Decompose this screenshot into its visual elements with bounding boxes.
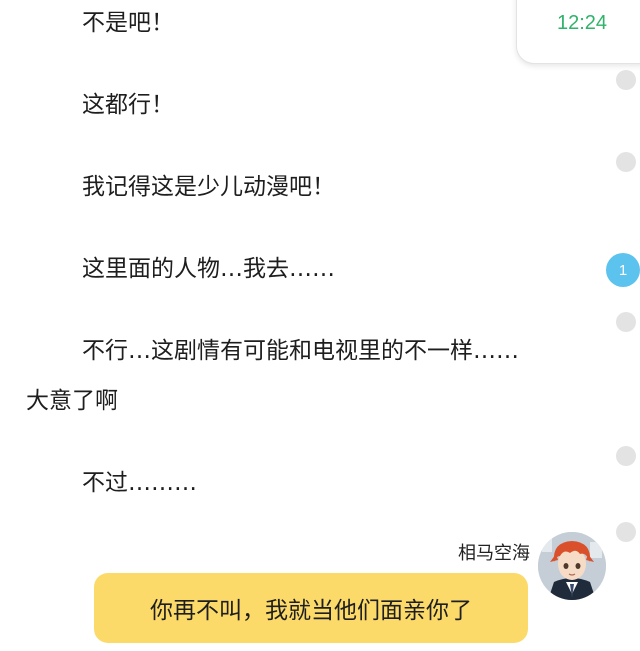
- story-line-1: 不是吧！: [82, 10, 174, 36]
- chat-message-bubble[interactable]: 你再不叫，我就当他们面亲你了: [94, 573, 528, 643]
- story-line-4: 这里面的人物…我去……: [82, 256, 335, 282]
- page-dot[interactable]: [616, 522, 636, 542]
- page-dot[interactable]: [616, 152, 636, 172]
- page-dot[interactable]: [616, 446, 636, 466]
- story-line-3: 我记得这是少儿动漫吧！: [82, 174, 335, 200]
- page-dot-active[interactable]: 1: [606, 253, 640, 287]
- page-dot-active-label: 1: [618, 261, 628, 279]
- story-line-7: 不过………: [82, 470, 197, 496]
- story-line-6: 大意了啊: [26, 388, 118, 414]
- avatar[interactable]: [538, 532, 606, 600]
- clock-time: 12:24: [557, 12, 608, 34]
- speaker-name: 相马空海: [458, 543, 530, 564]
- chat-message-text: 你再不叫，我就当他们面亲你了: [150, 598, 472, 624]
- time-card: 12:24: [516, 0, 640, 64]
- page-dot[interactable]: [616, 70, 636, 90]
- page-dot[interactable]: [616, 312, 636, 332]
- avatar-image: [538, 532, 606, 600]
- story-line-2: 这都行！: [82, 92, 174, 118]
- story-line-5: 不行…这剧情有可能和电视里的不一样……: [82, 338, 519, 364]
